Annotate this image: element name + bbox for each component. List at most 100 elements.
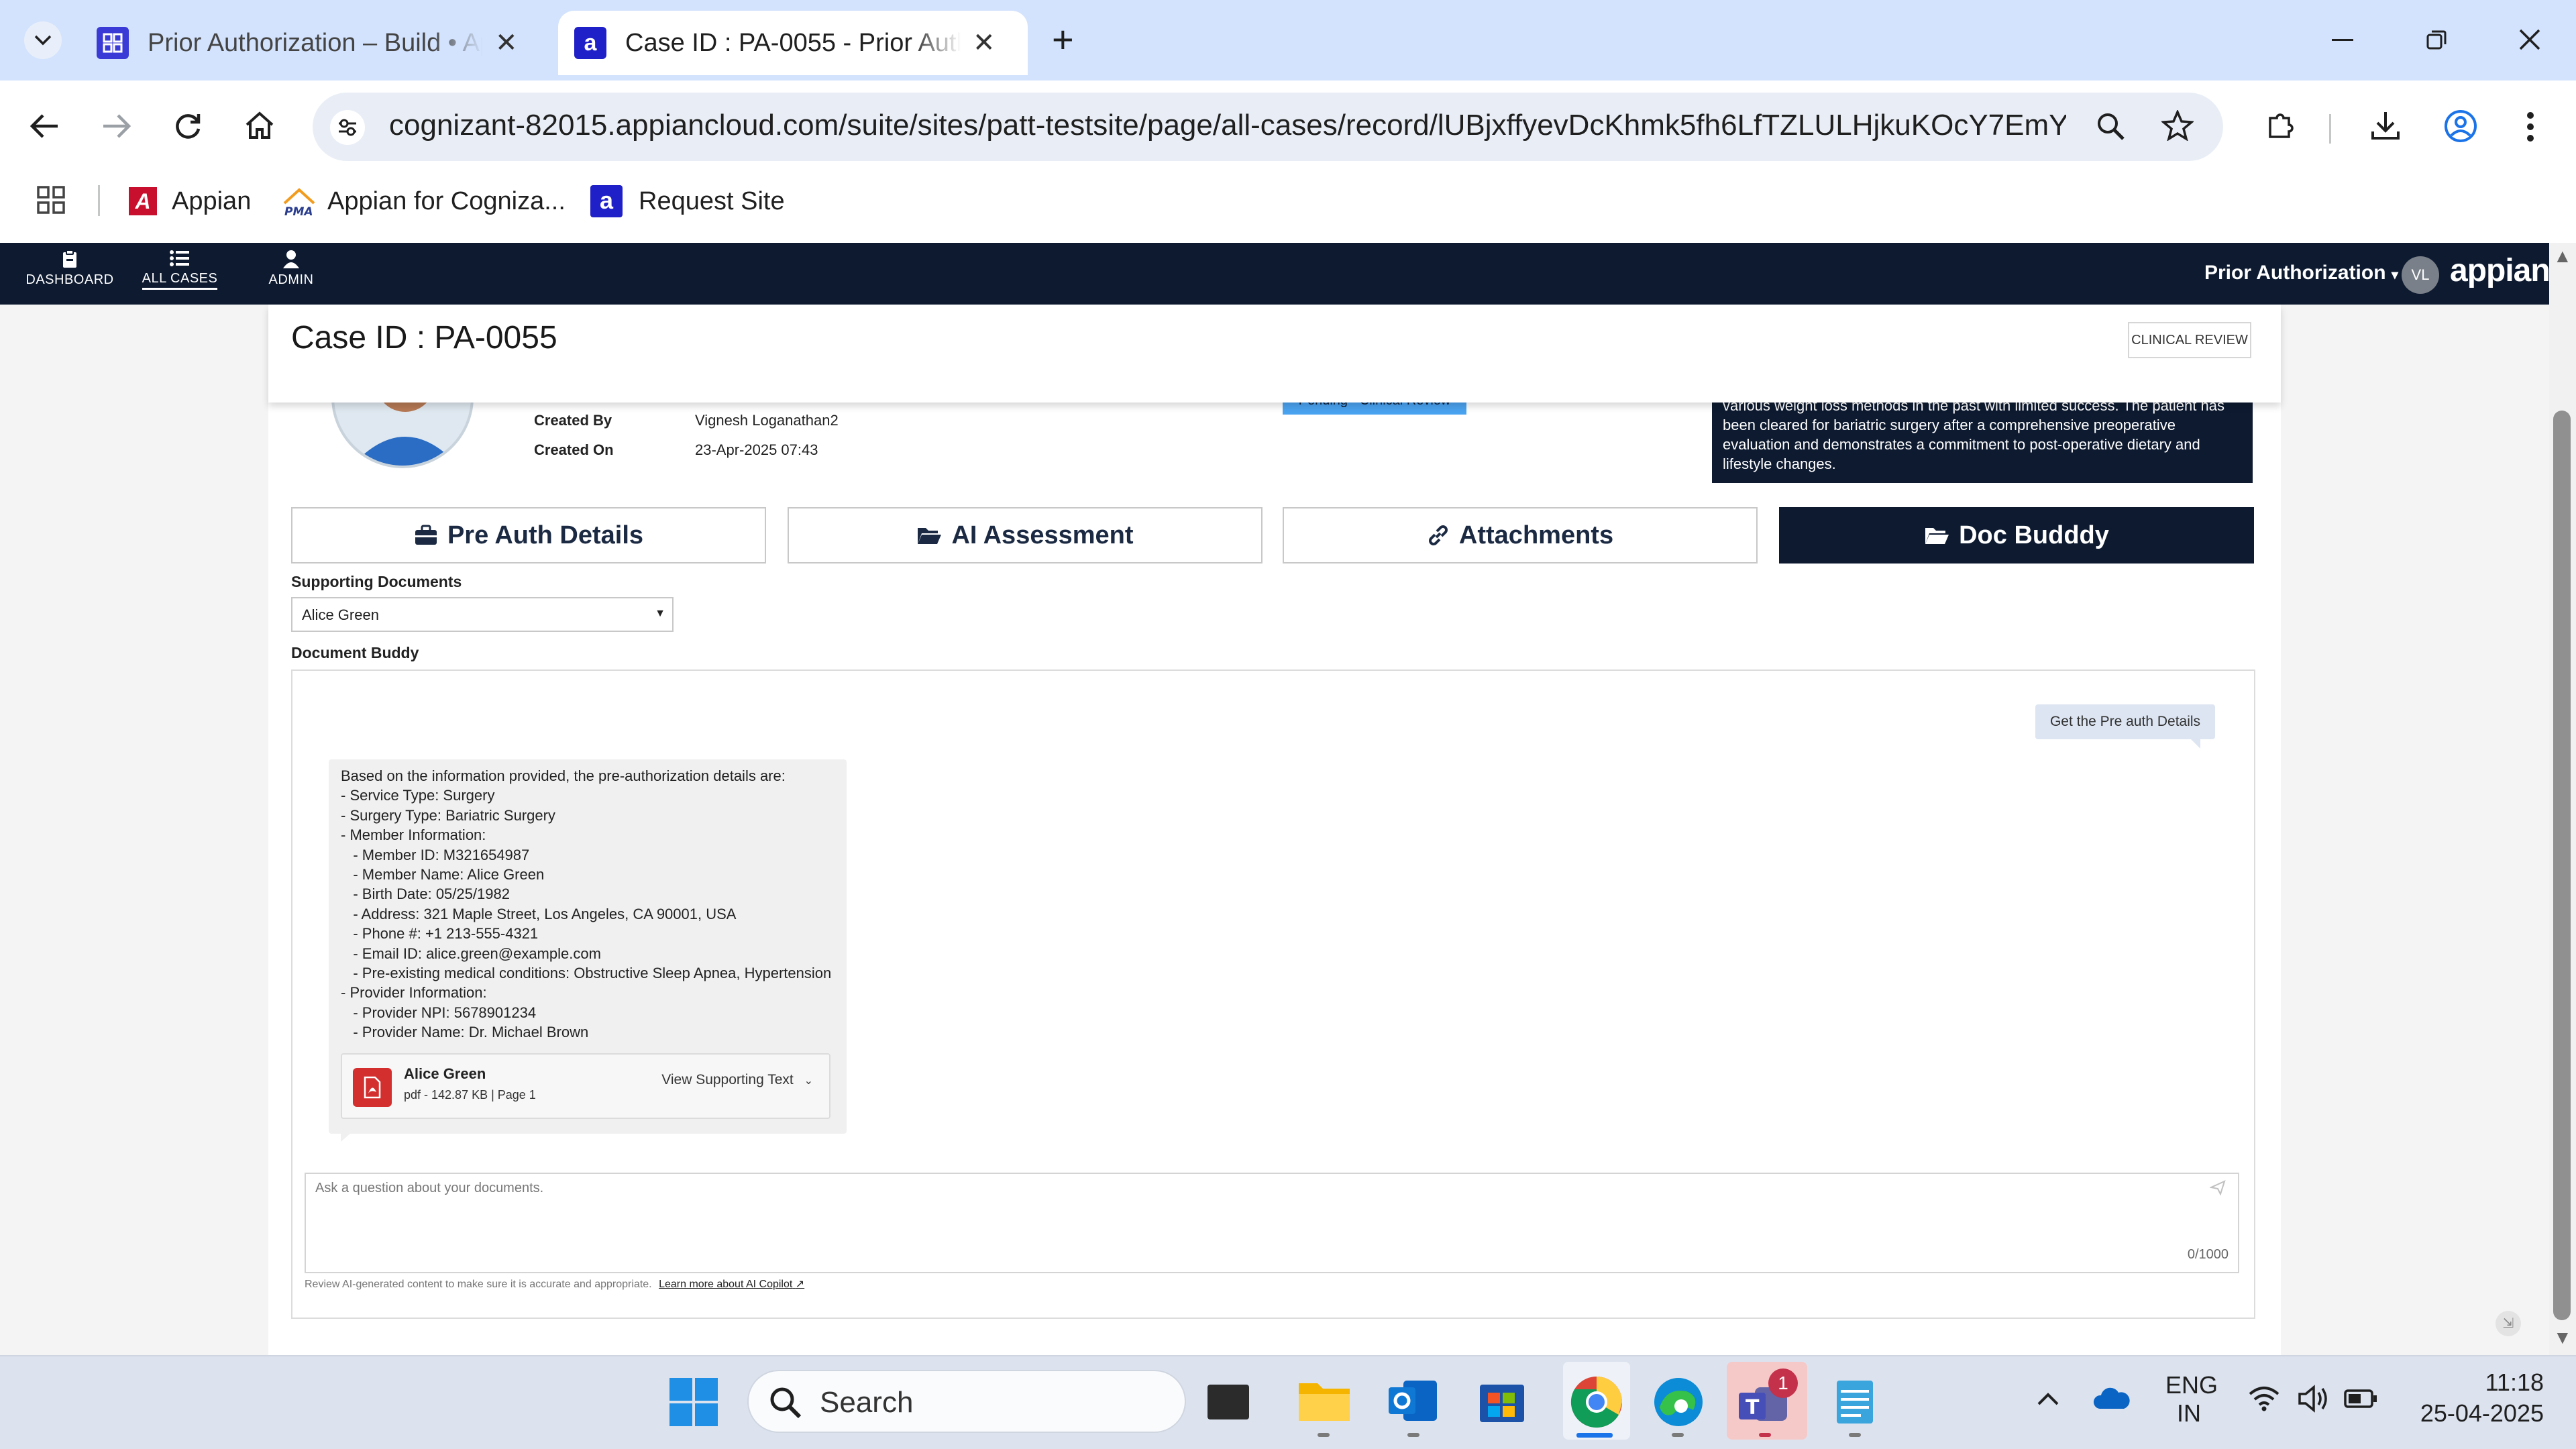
response-text: Based on the information provided, the p… — [341, 766, 835, 1042]
bookmark-request-site[interactable]: a Request Site — [590, 180, 785, 223]
new-tab-plus-icon[interactable]: + — [1052, 17, 1074, 61]
appian-a-bookmark-icon: a — [590, 185, 623, 217]
battery-icon[interactable] — [2344, 1389, 2377, 1409]
document-buddy-label: Document Buddy — [291, 644, 419, 661]
folder-open-icon — [918, 528, 942, 544]
forward-arrow-icon[interactable] — [102, 113, 131, 140]
supporting-documents-dropdown[interactable]: Alice Green ▼ — [291, 597, 674, 632]
folder-open-icon — [1925, 528, 1949, 544]
bookmarks-divider — [98, 185, 100, 216]
wifi-icon[interactable] — [2247, 1383, 2281, 1411]
taskbar-indicator — [1318, 1433, 1330, 1437]
apps-grid-icon[interactable] — [36, 185, 66, 215]
assistant-response-bubble: Based on the information provided, the p… — [329, 759, 847, 1134]
downloads-icon[interactable] — [2369, 110, 2402, 141]
file-explorer-icon[interactable] — [1297, 1377, 1351, 1424]
url-text[interactable]: cognizant-82015.appiancloud.com/suite/si… — [389, 109, 2066, 142]
volume-speaker-icon[interactable] — [2297, 1385, 2330, 1413]
search-icon — [770, 1387, 802, 1419]
user-message-bubble: Get the Pre auth Details — [2035, 704, 2215, 739]
scroll-down-arrow-icon[interactable]: ▼ — [2553, 1327, 2572, 1348]
attachment-meta: pdf - 142.87 KB | Page 1 — [404, 1088, 536, 1102]
toolbar-divider — [2329, 114, 2331, 144]
window-restore-icon[interactable] — [2426, 30, 2447, 51]
tab-close-icon[interactable]: ✕ — [495, 28, 518, 58]
question-input[interactable]: Ask a question about your documents. 0/1… — [305, 1173, 2239, 1273]
briefcase-icon — [415, 525, 437, 545]
tab-pre-auth-details[interactable]: Pre Auth Details — [291, 507, 766, 564]
summary-line: been cleared for bariatric surgery after… — [1723, 417, 2176, 433]
notepad-icon[interactable] — [1834, 1375, 1876, 1425]
clock-date: 25-04-2025 — [2420, 1399, 2544, 1427]
site-info-tune-icon[interactable] — [330, 110, 365, 145]
response-line: - Member Information: — [341, 826, 486, 844]
dashboard-clipboard-icon — [63, 250, 76, 268]
pdf-file-icon — [353, 1068, 392, 1107]
tab-title: Prior Authorization – Build • Appian — [148, 28, 483, 57]
nav-all-cases[interactable]: ALL CASES — [133, 250, 227, 290]
back-arrow-icon[interactable] — [30, 113, 59, 140]
outlook-icon[interactable] — [1387, 1377, 1438, 1425]
user-avatar[interactable]: VL — [2402, 256, 2439, 294]
created-on-value: 23-Apr-2025 07:43 — [695, 441, 818, 458]
tab-attachments[interactable]: Attachments — [1283, 507, 1758, 564]
char-count: 0/1000 — [2187, 1247, 2229, 1262]
appian-a-favicon-icon: a — [574, 27, 606, 59]
browser-tab-build[interactable]: Prior Authorization – Build • Appian ✕ — [80, 11, 550, 75]
extensions-puzzle-icon[interactable] — [2265, 109, 2297, 141]
reload-icon[interactable] — [173, 111, 203, 141]
stage-badge: CLINICAL REVIEW — [2128, 322, 2251, 358]
caret-down-icon: ▾ — [2391, 268, 2398, 282]
page-scrollbar-thumb[interactable] — [2553, 411, 2571, 1320]
zoom-magnifier-icon[interactable] — [2096, 111, 2125, 141]
send-icon[interactable] — [2208, 1179, 2226, 1199]
taskbar-search[interactable]: Search — [747, 1370, 1186, 1433]
chrome-menu-kebab-icon[interactable] — [2526, 111, 2534, 142]
learn-more-link[interactable]: Learn more about AI Copilot ↗ — [659, 1279, 804, 1290]
show-hidden-icons-chevron-icon[interactable] — [2037, 1391, 2059, 1406]
case-title: Case ID : PA-0055 — [291, 320, 557, 356]
list-icon — [170, 250, 189, 266]
copilot-corner-icon[interactable]: ⇲ — [2496, 1311, 2521, 1336]
response-line: - Provider Information: — [341, 984, 487, 1002]
windows-start-icon[interactable] — [669, 1378, 718, 1426]
profile-account-icon[interactable] — [2443, 109, 2478, 144]
bookmark-appian[interactable]: A Appian — [129, 180, 251, 223]
nav-admin[interactable]: ADMIN — [244, 250, 338, 288]
tab-ai-assessment[interactable]: AI Assessment — [788, 507, 1263, 564]
home-icon[interactable] — [244, 110, 275, 141]
svg-text:T: T — [1746, 1396, 1760, 1419]
window-close-icon[interactable] — [2518, 28, 2541, 51]
external-link-icon: ↗ — [795, 1279, 805, 1290]
bookmark-appian-cognizant[interactable]: PMA Appian for Cogniza... — [282, 180, 566, 223]
search-placeholder: Search — [820, 1386, 914, 1419]
clock[interactable]: 11:18 25-04-2025 — [2403, 1367, 2544, 1429]
tab-search-chevron-icon[interactable] — [24, 21, 62, 59]
bookmark-star-icon[interactable] — [2161, 110, 2194, 141]
tab-doc-buddy[interactable]: Doc Budddy — [1779, 507, 2254, 564]
nav-dashboard[interactable]: DASHBOARD — [23, 250, 117, 288]
attachment-card[interactable]: Alice Green pdf - 142.87 KB | Page 1 Vie… — [341, 1053, 830, 1119]
window-minimize-icon[interactable] — [2332, 39, 2353, 42]
response-line: - Member Name: Alice Green — [341, 866, 545, 883]
response-line: - Surgery Type: Bariatric Surgery — [341, 806, 555, 824]
input-placeholder: Ask a question about your documents. — [315, 1181, 544, 1195]
ai-disclaimer: Review AI-generated content to make sure… — [305, 1279, 805, 1290]
microsoft-store-icon[interactable] — [1479, 1378, 1525, 1424]
app-switcher-menu[interactable]: Prior Authorization ▾ — [2204, 262, 2398, 284]
view-supporting-text-button[interactable]: View Supporting Text ⌄ — [661, 1072, 813, 1088]
browser-tab-case[interactable]: a Case ID : PA-0055 - Prior Authorizatio… — [558, 11, 1028, 75]
created-by-label: Created By — [534, 412, 612, 429]
link-icon — [1428, 525, 1448, 545]
tab-close-icon[interactable]: ✕ — [973, 28, 996, 58]
task-view-icon[interactable] — [1208, 1385, 1249, 1419]
language-indicator[interactable]: ENG IN — [2165, 1371, 2218, 1428]
scroll-up-arrow-icon[interactable]: ▲ — [2553, 246, 2572, 267]
chrome-icon[interactable] — [1570, 1375, 1623, 1429]
onedrive-cloud-icon[interactable] — [2093, 1386, 2131, 1410]
summary-line: lifestyle changes. — [1723, 455, 1836, 472]
edge-icon[interactable] — [1653, 1377, 1704, 1428]
taskbar-indicator — [1849, 1433, 1861, 1437]
created-by-value: Vignesh Loganathan2 — [695, 412, 839, 429]
attachment-name: Alice Green — [404, 1065, 486, 1082]
